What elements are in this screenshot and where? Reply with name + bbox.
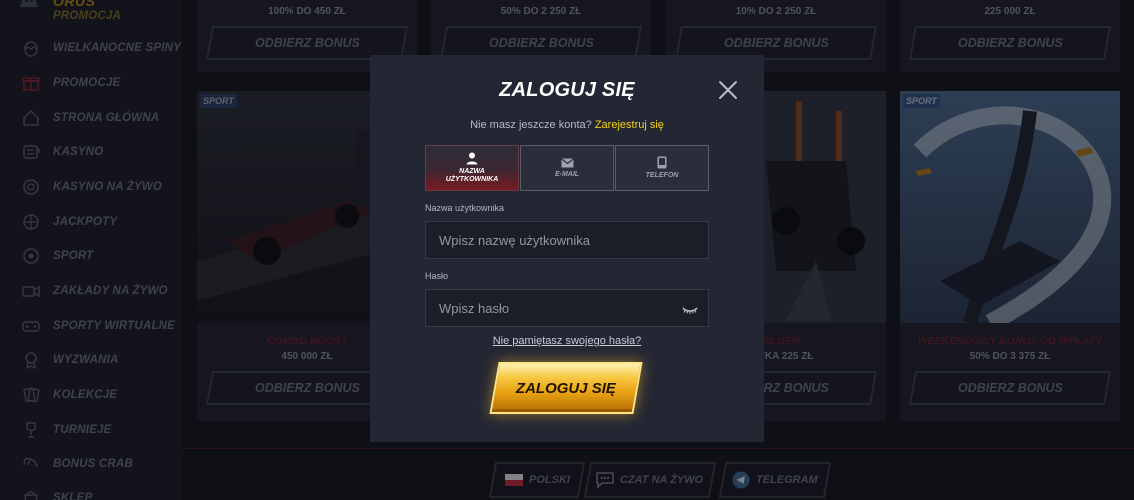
username-label: Nazwa użytkownika xyxy=(425,203,505,213)
login-submit-label: ZALOGUJ SIĘ xyxy=(515,379,616,397)
close-button[interactable] xyxy=(718,80,738,100)
password-input[interactable] xyxy=(425,289,709,327)
login-submit-button[interactable]: ZALOGUJ SIĘ xyxy=(489,362,643,414)
phone-icon xyxy=(657,156,667,169)
tab-email[interactable]: E-MAIL xyxy=(520,145,614,191)
signup-prompt: Nie masz jeszcze konta? Zarejestruj się xyxy=(370,119,764,131)
tab-label: TELEFON xyxy=(645,172,679,179)
no-account-text: Nie masz jeszcze konta? xyxy=(470,119,592,131)
tab-label: E-MAIL xyxy=(554,170,580,178)
password-label: Hasło xyxy=(425,271,449,281)
tab-username[interactable]: NAZWA UŻYTKOWNIKA xyxy=(425,145,519,191)
forgot-password-link[interactable]: Nie pamiętasz swojego hasła? xyxy=(370,335,764,347)
eye-closed-icon xyxy=(682,307,698,314)
user-icon xyxy=(466,152,478,165)
tab-label: NAZWA UŻYTKOWNIKA xyxy=(445,168,499,183)
login-modal: ZALOGUJ SIĘ Nie masz jeszcze konta? Zare… xyxy=(370,55,764,442)
close-icon xyxy=(719,81,737,99)
show-password-toggle[interactable] xyxy=(682,303,698,315)
tab-phone[interactable]: TELEFON xyxy=(615,145,709,191)
username-input[interactable] xyxy=(425,221,709,259)
envelope-icon xyxy=(560,157,574,167)
register-link[interactable]: Zarejestruj się xyxy=(595,119,664,131)
modal-title: ZALOGUJ SIĘ xyxy=(499,79,635,101)
